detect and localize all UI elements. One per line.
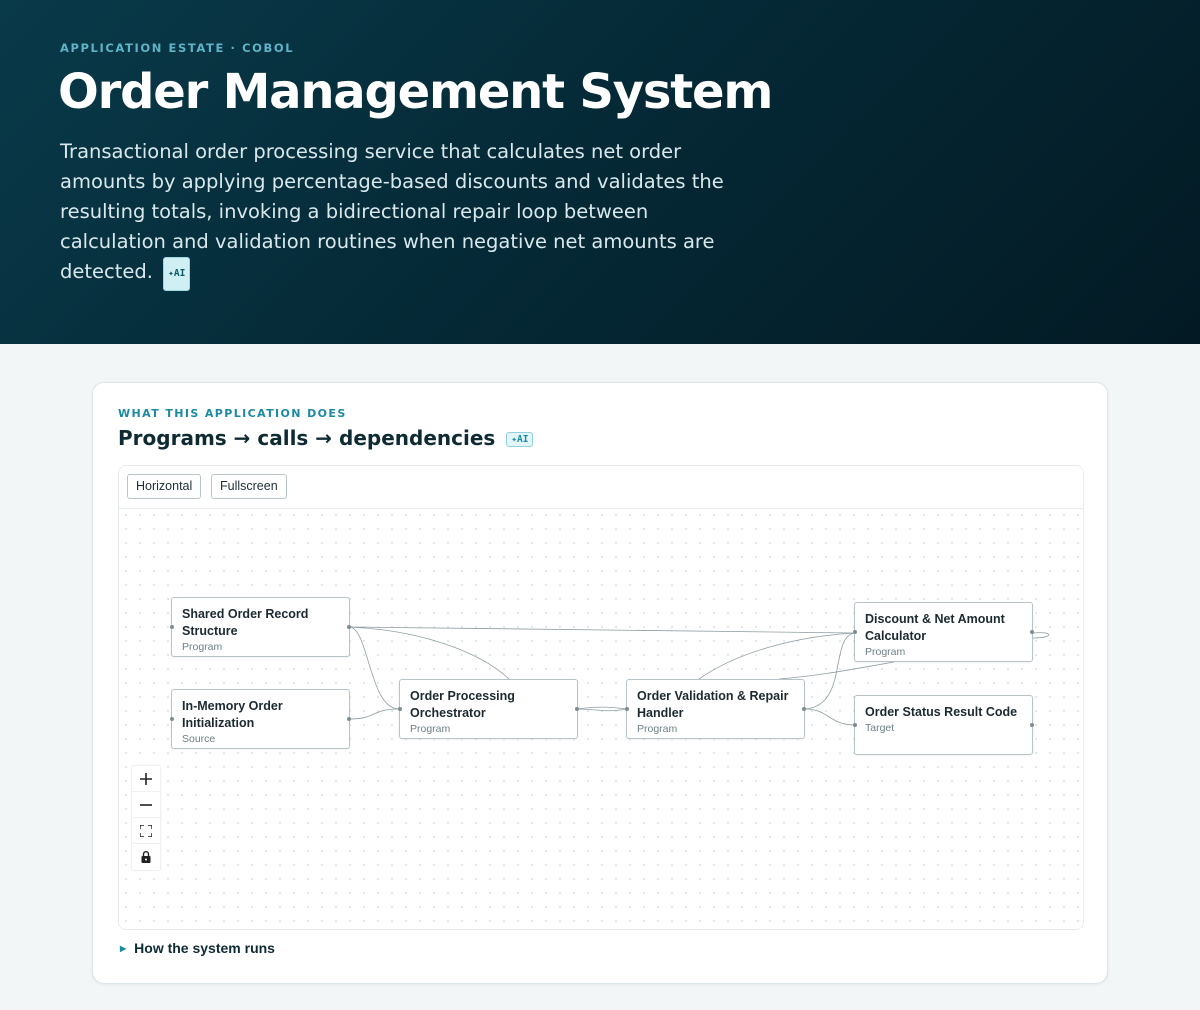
edge-orch-valid-2 [576,706,628,710]
input-handle[interactable] [853,723,857,727]
zoom-in-button[interactable] [132,766,160,792]
section-eyebrow: WHAT THIS APPLICATION DOES [118,407,347,420]
edge-shared-calc [348,626,856,634]
node-order-processing-orchestrator[interactable]: Order Processing Orchestrator Program [398,679,579,739]
input-handle[interactable] [625,707,629,711]
output-handle[interactable] [802,707,806,711]
edge-init-orch [348,708,400,720]
fit-view-icon [140,824,152,837]
node-kind: Program [865,646,906,658]
edge-calc-self [1032,632,1050,639]
node-kind: Program [410,723,451,735]
output-handle[interactable] [347,625,351,629]
node-label: Order Validation & Repair Handler [637,689,789,720]
app-description: Transactional order processing service t… [60,137,730,291]
edge-shared-orch [348,626,400,710]
disclosure-triangle-icon: ▶ [120,944,127,953]
input-handle[interactable] [170,717,174,721]
edge-valid-status [804,708,856,726]
node-in-memory-order-init[interactable]: In-Memory Order Initialization Source [170,689,351,749]
edge-valid-calc [698,632,856,680]
minus-icon [140,803,152,806]
edge-valid-calc-2 [804,632,856,710]
hero-banner: APPLICATION ESTATE · COBOL Order Managem… [0,0,1200,344]
node-order-validation-repair[interactable]: Order Validation & Repair Handler Progra… [625,679,806,739]
output-handle[interactable] [575,707,579,711]
node-order-status-result[interactable]: Order Status Result Code Target [853,695,1034,755]
node-kind: Target [865,722,895,734]
node-kind: Source [182,733,216,745]
output-handle[interactable] [1030,630,1034,634]
node-label: Order Processing Orchestrator [410,689,515,720]
dependency-graph[interactable]: Horizontal Fullscreen Shared Order Recor… [118,465,1084,930]
input-handle[interactable] [398,707,402,711]
app-description-text: Transactional order processing service t… [60,140,724,283]
node-discount-net-calculator[interactable]: Discount & Net Amount Calculator Program [853,602,1034,662]
section-title: Programs → calls → dependencies ✦AI [118,426,534,450]
edge-orch-valid [576,708,628,712]
zoom-out-button[interactable] [132,792,160,818]
node-shared-order-record[interactable]: Shared Order Record Structure Program [170,597,351,657]
node-label: In-Memory Order Initialization [182,699,283,730]
lock-button[interactable] [132,844,160,870]
node-kind: Program [637,723,678,735]
input-handle[interactable] [170,625,174,629]
ai-badge: ✦AI [506,432,534,447]
page-title: Order Management System [58,64,773,120]
input-handle[interactable] [853,630,857,634]
application-overview-card: WHAT THIS APPLICATION DOES Programs → ca… [92,382,1108,984]
plus-icon [140,772,152,785]
output-handle[interactable] [347,717,351,721]
hero-eyebrow: APPLICATION ESTATE · COBOL [60,41,295,55]
node-label: Discount & Net Amount Calculator [865,612,1005,643]
disclosure-label: How the system runs [134,940,275,956]
output-handle[interactable] [1030,723,1034,727]
node-kind: Program [182,641,223,653]
node-label: Shared Order Record Structure [182,607,309,638]
edge-shared-valid [348,626,510,680]
how-system-runs-toggle[interactable]: ▶ How the system runs [120,940,275,956]
ai-badge: ✦AI [163,257,191,291]
graph-controls [132,766,160,870]
node-label: Order Status Result Code [865,705,1018,719]
fit-view-button[interactable] [132,818,160,844]
section-title-text: Programs → calls → dependencies [118,426,496,450]
lock-icon [141,851,151,863]
